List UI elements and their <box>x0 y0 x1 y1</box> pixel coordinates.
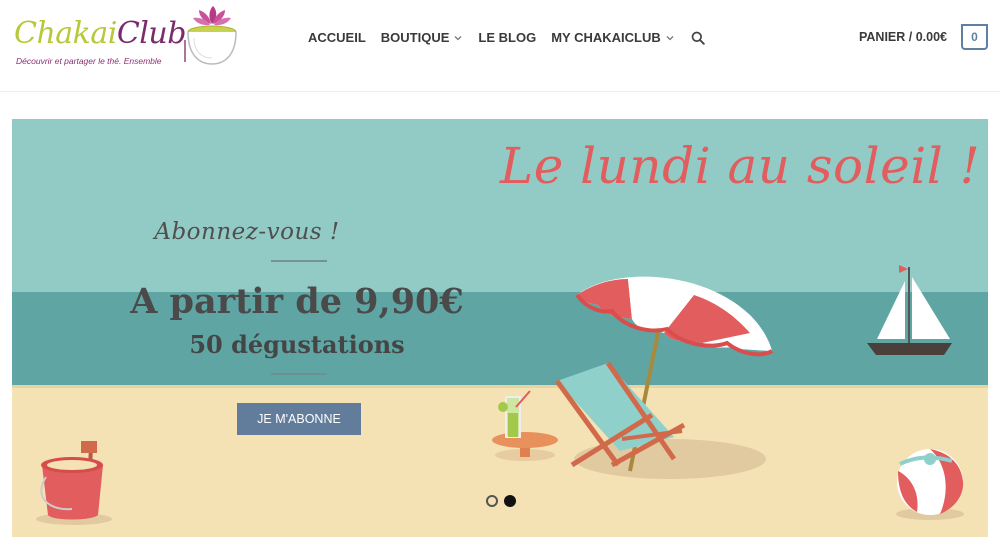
main-nav: ACCUEIL BOUTIQUE LE BLOG MY CHAKAICLUB <box>308 30 705 45</box>
site-header: ChakaiClub Découvrir et partager le thé.… <box>0 0 1000 92</box>
logo-word-chakai: Chakai <box>14 16 117 51</box>
nav-label: MY CHAKAICLUB <box>551 30 661 45</box>
hero-slider: Le lundi au soleil ! Abonnez-vous ! A pa… <box>12 119 988 537</box>
divider <box>271 260 327 262</box>
promo-tagline: Abonnez-vous ! <box>154 219 340 245</box>
logo-word-club: Club <box>116 16 187 51</box>
nav-label: ACCUEIL <box>308 30 366 45</box>
promo-price: A partir de 9,90€ <box>130 281 464 322</box>
divider <box>271 373 327 375</box>
tea-bowl-icon <box>184 6 237 65</box>
nav-item-le-blog[interactable]: LE BLOG <box>478 30 536 45</box>
chevron-down-icon <box>666 35 674 40</box>
nav-label: LE BLOG <box>478 30 537 45</box>
slide-dot-2[interactable] <box>504 495 516 507</box>
cart: PANIER / 0.00€ 0 <box>859 24 988 50</box>
hero-headline: Le lundi au soleil ! <box>500 137 981 195</box>
chevron-down-icon <box>454 35 462 40</box>
logo-tagline: Découvrir et partager le thé. Ensemble <box>16 56 162 66</box>
logo[interactable]: ChakaiClub Découvrir et partager le thé.… <box>14 4 249 74</box>
nav-item-my-chakaiclub[interactable]: MY CHAKAICLUB <box>551 30 675 45</box>
slide-dot-1[interactable] <box>486 495 498 507</box>
slider-pagination <box>486 495 516 507</box>
promo-subtitle: 50 dégustations <box>189 330 405 359</box>
cart-total-link[interactable]: PANIER / 0.00€ <box>859 30 947 44</box>
nav-item-accueil[interactable]: ACCUEIL <box>308 30 366 45</box>
nav-label: BOUTIQUE <box>380 30 450 45</box>
cart-count-badge[interactable]: 0 <box>961 24 988 50</box>
subscribe-button[interactable]: JE M'ABONNE <box>237 403 361 435</box>
nav-item-boutique[interactable]: BOUTIQUE <box>381 30 464 45</box>
logo-wordmark: ChakaiClub <box>14 16 186 51</box>
search-icon[interactable] <box>691 31 705 45</box>
